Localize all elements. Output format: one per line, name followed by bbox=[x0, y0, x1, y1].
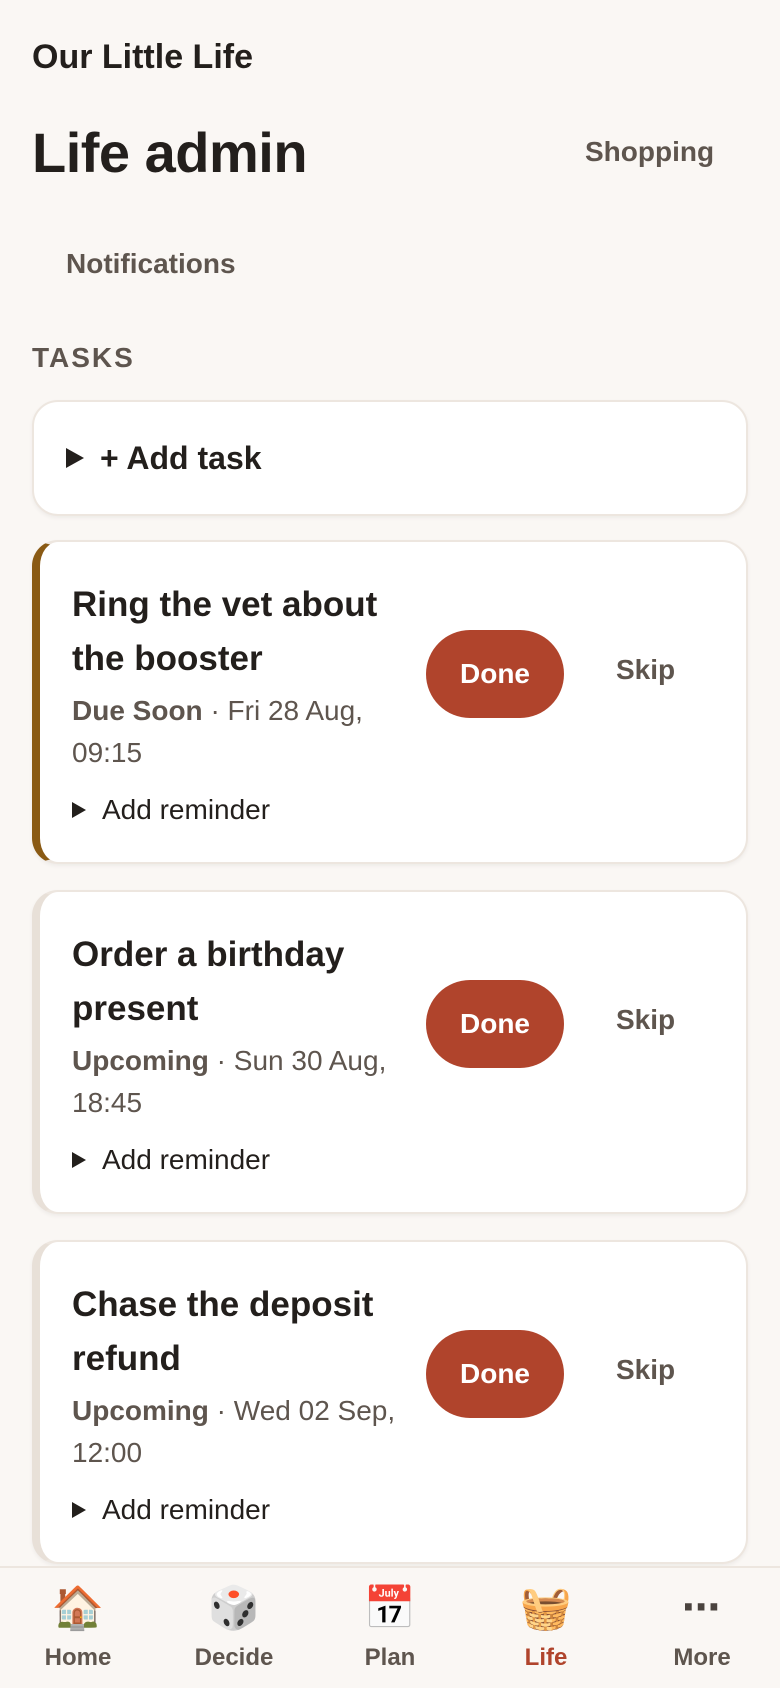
task-card: Chase the deposit refund Upcoming · Wed … bbox=[32, 1240, 748, 1564]
nav-item-life[interactable]: 🧺 Life bbox=[468, 1568, 624, 1688]
add-reminder-toggle[interactable]: Add reminder bbox=[72, 1494, 270, 1526]
add-reminder-toggle[interactable]: Add reminder bbox=[72, 1144, 270, 1176]
task-meta: Upcoming · Wed 02 Sep, 12:00 bbox=[72, 1390, 412, 1474]
task-title: Ring the vet about the booster bbox=[72, 585, 378, 678]
add-task-toggle[interactable]: + Add task bbox=[32, 400, 748, 516]
disclosure-triangle-icon bbox=[72, 1502, 86, 1518]
skip-button[interactable]: Skip bbox=[616, 1004, 675, 1036]
task-status: Due Soon bbox=[72, 695, 203, 726]
nav-label: More bbox=[673, 1644, 731, 1671]
nav-item-more[interactable]: ⋯ More bbox=[624, 1568, 780, 1688]
task-status: Upcoming bbox=[72, 1045, 209, 1076]
disclosure-triangle-icon bbox=[72, 1152, 86, 1168]
more-icon: ⋯ bbox=[682, 1587, 722, 1629]
app-name: Our Little Life bbox=[32, 38, 253, 76]
add-task-label: + Add task bbox=[100, 439, 262, 476]
skip-button[interactable]: Skip bbox=[616, 1354, 675, 1386]
task-card: Order a birthday present Upcoming · Sun … bbox=[32, 890, 748, 1214]
add-reminder-label: Add reminder bbox=[102, 794, 271, 825]
nav-item-plan[interactable]: 📅 Plan bbox=[312, 1568, 468, 1688]
disclosure-triangle-icon bbox=[66, 448, 84, 468]
tasks-section-label: TASKS bbox=[32, 342, 135, 373]
nav-label: Home bbox=[44, 1644, 112, 1671]
notifications-button[interactable]: Notifications bbox=[66, 248, 236, 280]
nav-item-home[interactable]: 🏠 Home bbox=[0, 1568, 156, 1688]
disclosure-triangle-icon bbox=[72, 802, 86, 818]
task-meta: Upcoming · Sun 30 Aug, 18:45 bbox=[72, 1040, 412, 1124]
done-button[interactable]: Done bbox=[426, 1330, 564, 1418]
basket-icon: 🧺 bbox=[519, 1584, 573, 1631]
task-title: Chase the deposit refund bbox=[72, 1285, 374, 1378]
dice-icon: 🎲 bbox=[207, 1584, 261, 1631]
task-status: Upcoming bbox=[72, 1395, 209, 1426]
skip-button[interactable]: Skip bbox=[616, 654, 675, 686]
nav-label: Plan bbox=[364, 1644, 416, 1671]
bottom-nav: 🏠 Home 🎲 Decide 📅 Plan 🧺 Life ⋯ More bbox=[0, 1566, 780, 1688]
nav-item-decide[interactable]: 🎲 Decide bbox=[156, 1568, 312, 1688]
add-reminder-label: Add reminder bbox=[102, 1144, 271, 1175]
calendar-icon: 📅 bbox=[363, 1584, 417, 1631]
house-icon: 🏠 bbox=[51, 1584, 105, 1631]
nav-label: Life bbox=[524, 1644, 568, 1671]
done-button[interactable]: Done bbox=[426, 630, 564, 718]
nav-label: Decide bbox=[194, 1644, 274, 1671]
done-button[interactable]: Done bbox=[426, 980, 564, 1068]
task-meta: Due Soon · Fri 28 Aug, 09:15 bbox=[72, 690, 412, 774]
add-reminder-toggle[interactable]: Add reminder bbox=[72, 794, 270, 826]
task-title: Order a birthday present bbox=[72, 935, 345, 1028]
add-reminder-label: Add reminder bbox=[102, 1494, 271, 1525]
page-title: Life admin bbox=[32, 121, 308, 184]
shopping-button[interactable]: Shopping bbox=[585, 136, 714, 168]
task-card: Ring the vet about the booster Due Soon … bbox=[32, 540, 748, 864]
